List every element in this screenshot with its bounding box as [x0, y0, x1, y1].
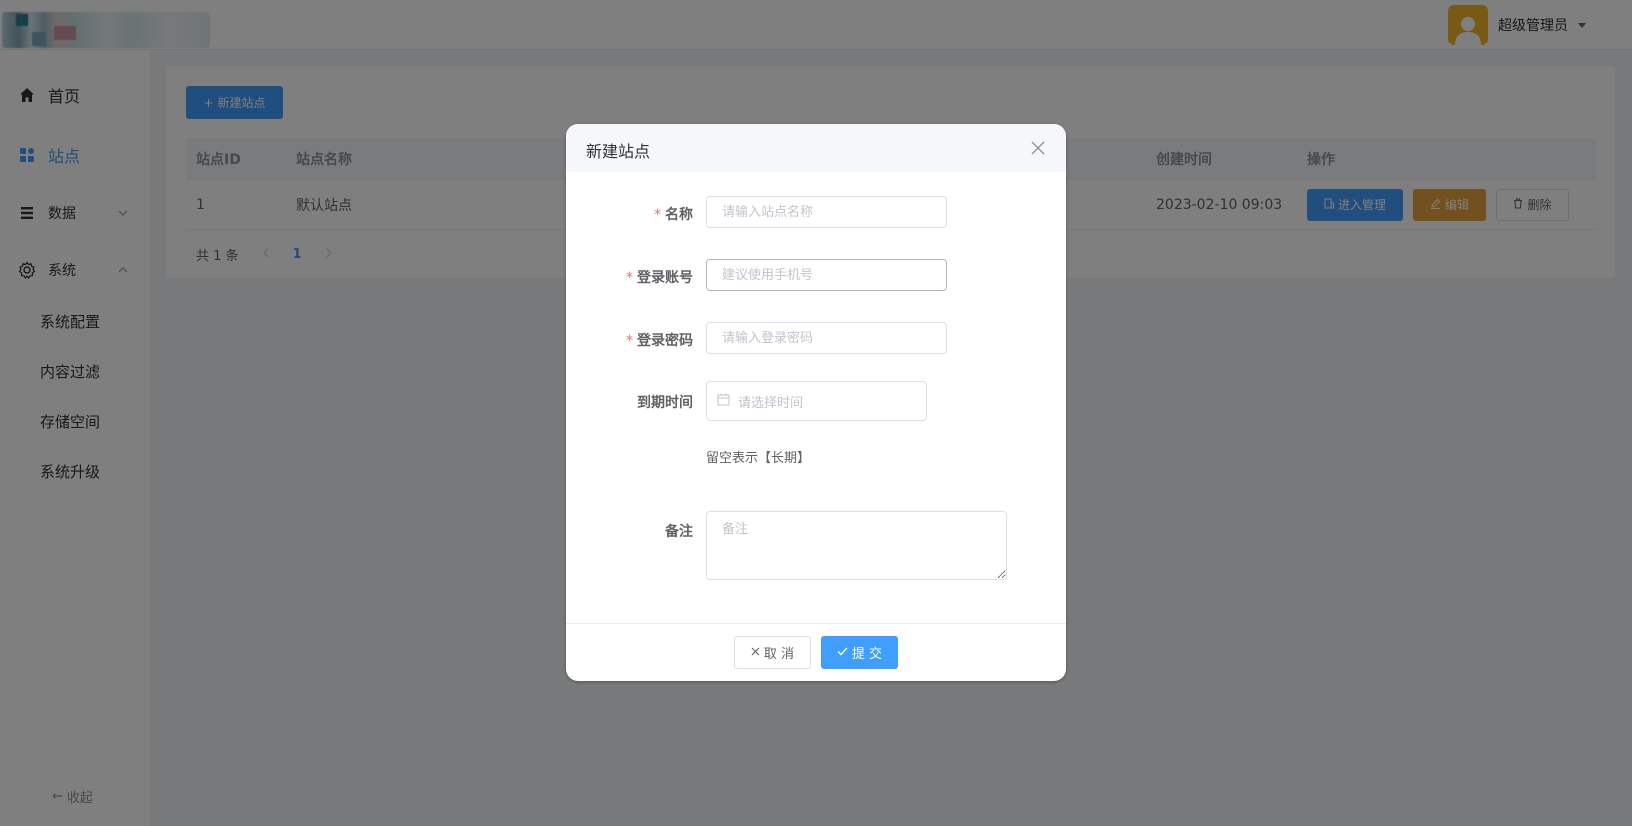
password-label: * 登录密码: [626, 333, 693, 349]
calendar-icon: [717, 393, 730, 410]
expire-date-picker[interactable]: 请选择时间: [706, 381, 927, 421]
required-mark: *: [654, 207, 661, 223]
close-icon: [751, 645, 760, 660]
close-icon[interactable]: [1030, 140, 1046, 156]
expire-placeholder: 请选择时间: [738, 395, 804, 411]
new-site-dialog: 新建站点 *名称 *登录账号 *登录密码 到期时间 请选择时间 留空表示【长期】…: [566, 124, 1066, 681]
expire-label: 到期时间: [637, 395, 693, 411]
account-label: * 登录账号: [626, 270, 693, 286]
login-account-input[interactable]: [706, 259, 947, 291]
cancel-button[interactable]: 取 消: [734, 636, 811, 669]
site-name-input[interactable]: [706, 196, 947, 228]
expire-hint: 留空表示【长期】: [706, 451, 811, 466]
cancel-label: 取 消: [763, 647, 795, 662]
login-password-input[interactable]: [706, 322, 947, 354]
submit-button[interactable]: 提 交: [821, 636, 898, 669]
name-label: * 名称: [654, 207, 693, 223]
required-mark: *: [626, 270, 633, 286]
dialog-header: 新建站点: [566, 124, 1066, 172]
remark-label: 备注: [665, 524, 693, 540]
dialog-footer: 取 消 提 交: [566, 623, 1066, 681]
submit-label: 提 交: [851, 647, 883, 662]
check-icon: [837, 645, 848, 660]
required-mark: *: [626, 333, 633, 349]
dialog-title: 新建站点: [586, 142, 651, 161]
remark-textarea[interactable]: [706, 511, 1007, 580]
